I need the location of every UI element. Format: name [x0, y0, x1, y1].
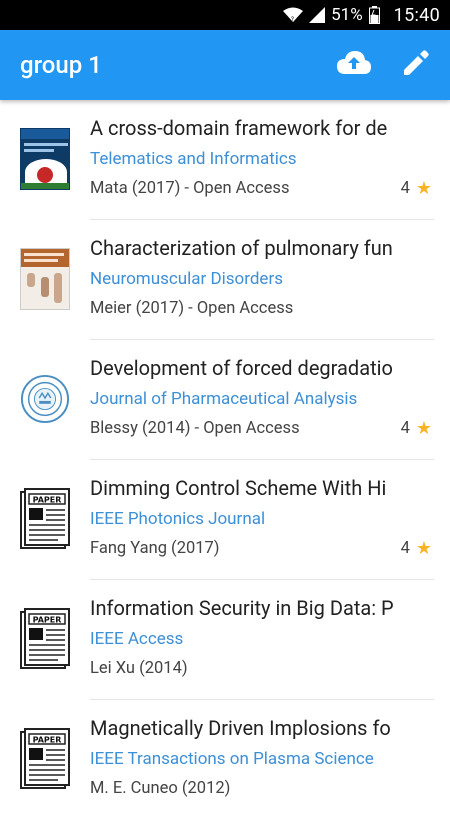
cover-telematics	[20, 128, 70, 190]
clock: 15:40	[393, 4, 440, 26]
paper-title: Dimming Control Scheme With Hi	[90, 476, 387, 500]
signal-icon	[309, 7, 326, 23]
paper-icon: PAPER	[20, 728, 70, 790]
wifi-icon: ?	[283, 7, 304, 23]
paper-list: A cross-domain framework for de Telemati…	[0, 100, 450, 820]
rating-count: 4	[400, 179, 410, 198]
paper-icon-label: PAPER	[33, 496, 62, 505]
battery-percent: 51%	[331, 5, 363, 25]
journal-link[interactable]: Neuromuscular Disorders	[90, 264, 434, 294]
paper-meta: Meier (2017) - Open Access	[90, 299, 294, 318]
journal-link[interactable]: IEEE Transactions on Plasma Science	[90, 744, 434, 774]
cloud-upload-icon	[337, 50, 371, 80]
status-bar: ? 51% 15:40	[0, 0, 450, 30]
paper-meta: Lei Xu (2014)	[90, 659, 188, 678]
rating-count: 4	[400, 419, 410, 438]
paper-icon-label: PAPER	[33, 616, 62, 625]
list-item[interactable]: Development of forced degradatio Journal…	[0, 340, 450, 460]
cover-pharma-seal	[20, 368, 70, 430]
journal-link[interactable]: Telematics and Informatics	[90, 144, 434, 174]
list-item[interactable]: PAPER Magnetically Driven Implosions fo …	[0, 700, 450, 820]
list-item[interactable]: A cross-domain framework for de Telemati…	[0, 100, 450, 220]
list-item[interactable]: PAPER Dimming Control Scheme With Hi IEE…	[0, 460, 450, 580]
app-bar: group 1	[0, 30, 450, 100]
paper-title: Magnetically Driven Implosions fo	[90, 716, 391, 740]
rating: 4 ★	[401, 174, 432, 204]
journal-link[interactable]: IEEE Photonics Journal	[90, 504, 434, 534]
paper-icon: PAPER	[20, 608, 70, 670]
rating-count: 4	[400, 539, 410, 558]
list-item[interactable]: Characterization of pulmonary fun Neurom…	[0, 220, 450, 340]
edit-pencil-icon	[402, 49, 430, 81]
journal-link[interactable]: IEEE Access	[90, 624, 434, 654]
battery-icon	[368, 6, 380, 24]
upload-button[interactable]	[330, 41, 378, 89]
paper-title: Characterization of pulmonary fun	[90, 236, 393, 260]
paper-icon: PAPER	[20, 488, 70, 550]
list-item[interactable]: PAPER Information Security in Big Data: …	[0, 580, 450, 700]
edit-button[interactable]	[392, 41, 440, 89]
svg-text:?: ?	[291, 16, 294, 23]
paper-title: Information Security in Big Data: P	[90, 596, 394, 620]
page-title: group 1	[20, 51, 102, 79]
paper-title: Development of forced degradatio	[90, 356, 393, 380]
star-icon: ★	[415, 178, 432, 199]
paper-icon-label: PAPER	[33, 736, 62, 745]
rating: 4 ★	[401, 414, 432, 444]
journal-link[interactable]: Journal of Pharmaceutical Analysis	[90, 384, 434, 414]
cover-neuromuscular	[20, 248, 70, 310]
paper-meta: Fang Yang (2017)	[90, 539, 220, 558]
star-icon: ★	[415, 418, 432, 439]
star-icon: ★	[415, 538, 432, 559]
paper-meta: Blessy (2014) - Open Access	[90, 419, 300, 438]
paper-meta: Mata (2017) - Open Access	[90, 179, 290, 198]
rating: 4 ★	[401, 534, 432, 564]
paper-title: A cross-domain framework for de	[90, 116, 388, 140]
